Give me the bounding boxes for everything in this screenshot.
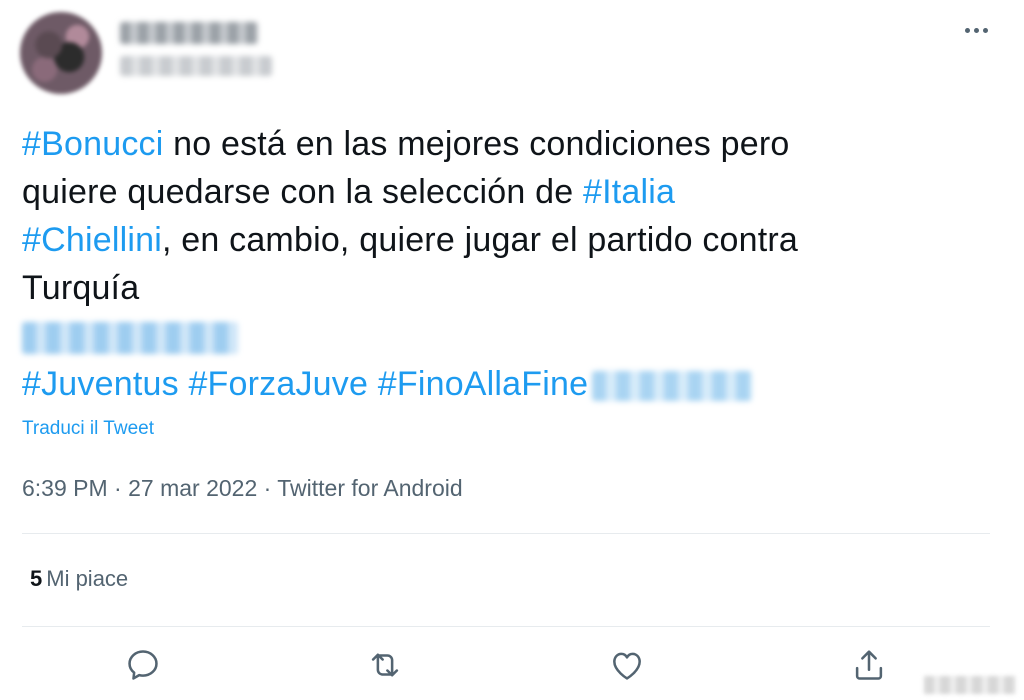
dot [965,28,970,33]
tweet-line-6: #Juventus #ForzaJuve #FinoAllaFine [22,360,982,408]
dot [983,28,988,33]
hashtag-forzajuve[interactable]: #ForzaJuve [188,365,368,403]
mention-redacted[interactable] [22,322,238,355]
hashtag-chiellini[interactable]: #Chiellini [22,221,162,259]
like-button[interactable] [602,640,652,690]
likes-count: 5 [30,566,43,591]
retweet-icon [371,653,399,677]
more-options-icon[interactable] [965,28,988,33]
divider [22,626,990,627]
heart-icon [613,652,641,680]
tweet-line-5 [22,312,982,360]
tweet-text-segment: Turquía [22,269,140,307]
dot [974,28,979,33]
meta-separator: · [257,475,278,501]
tweet-line-2: quiere quedarse con la selección de #Ita… [22,168,982,216]
tweet-header [20,12,272,94]
author-display-name-redacted[interactable] [120,22,258,44]
hashtag-italia[interactable]: #Italia [583,173,675,211]
tweet-line-4: Turquía [22,264,982,312]
hashtag-bonucci[interactable]: #Bonucci [22,125,163,163]
reply-icon [128,650,158,680]
reply-button[interactable] [118,640,168,690]
translate-tweet-link[interactable]: Traduci il Tweet [22,418,154,440]
tweet-time[interactable]: 6:39 PM [22,475,108,501]
tweet-source[interactable]: Twitter for Android [277,475,462,501]
tweet-text: #Bonucci no está en las mejores condicio… [22,120,982,408]
tweet-actions [0,640,1024,690]
hashtag-finoallafine[interactable]: #FinoAllaFine [378,365,589,403]
likes-stat[interactable]: 5 Mi piace [30,566,128,592]
tweet-text-segment: no está en las mejores condiciones pero [163,125,790,163]
author-handle-redacted[interactable] [120,56,272,76]
tweet-meta: 6:39 PM · 27 mar 2022 · Twitter for Andr… [22,475,463,502]
tweet-text-segment: quiere quedarse con la selección de [22,173,584,211]
retweet-button[interactable] [360,640,410,690]
watermark-redacted [924,676,1016,694]
share-button[interactable] [844,640,894,690]
divider [22,533,990,534]
tweet-line-1: #Bonucci no está en las mejores condicio… [22,120,982,168]
tweet-date[interactable]: 27 mar 2022 [128,475,257,501]
share-icon [855,650,883,680]
author-names [120,22,272,76]
meta-separator: · [107,475,129,501]
likes-label: Mi piace [46,566,129,591]
tweet-card: #Bonucci no está en las mejores condicio… [0,0,1024,700]
hashtag-juventus[interactable]: #Juventus [22,365,179,403]
avatar[interactable] [20,12,102,94]
tweet-line-3: #Chiellini, en cambio, quiere jugar el p… [22,216,982,264]
hashtag-redacted[interactable] [592,371,753,402]
tweet-text-segment: , en cambio, quiere jugar el partido con… [161,221,799,259]
